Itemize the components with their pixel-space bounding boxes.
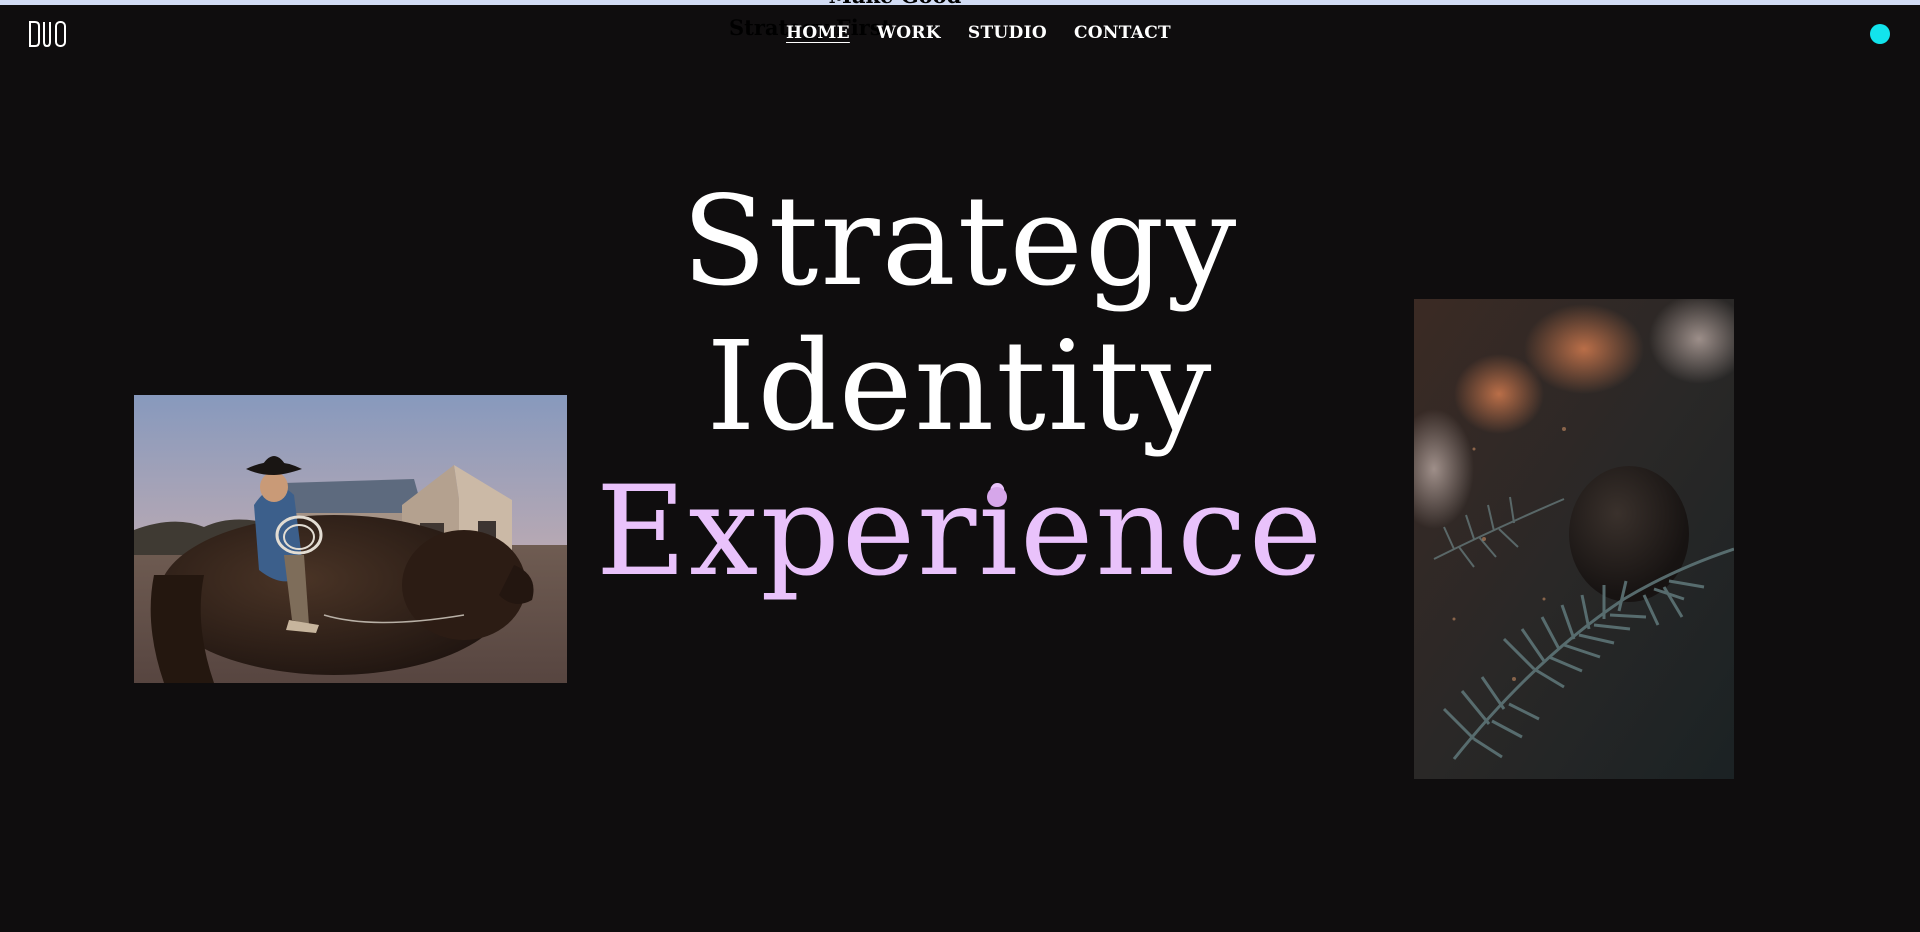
cowboy-bison-image [134, 395, 567, 683]
nav-work[interactable]: WORK [877, 22, 941, 44]
nav-home[interactable]: HOME [786, 22, 850, 44]
nav-contact[interactable]: CONTACT [1074, 22, 1171, 44]
hero-headline: Strategy Identity Experience [560, 170, 1360, 605]
custom-cursor-icon [987, 487, 1007, 507]
top-strip [0, 0, 1920, 5]
main-nav: HOME WORK STUDIO CONTACT [786, 22, 1198, 44]
hero-word-strategy: Strategy [681, 170, 1239, 314]
pine-branch-image [1414, 299, 1734, 779]
hero-word-experience: Experience [595, 460, 1325, 604]
status-dot-icon[interactable] [1870, 24, 1890, 44]
nav-studio[interactable]: STUDIO [968, 22, 1047, 44]
duo-logo-icon [29, 21, 66, 47]
hero-word-identity: Identity [706, 315, 1214, 459]
logo[interactable] [29, 20, 67, 48]
